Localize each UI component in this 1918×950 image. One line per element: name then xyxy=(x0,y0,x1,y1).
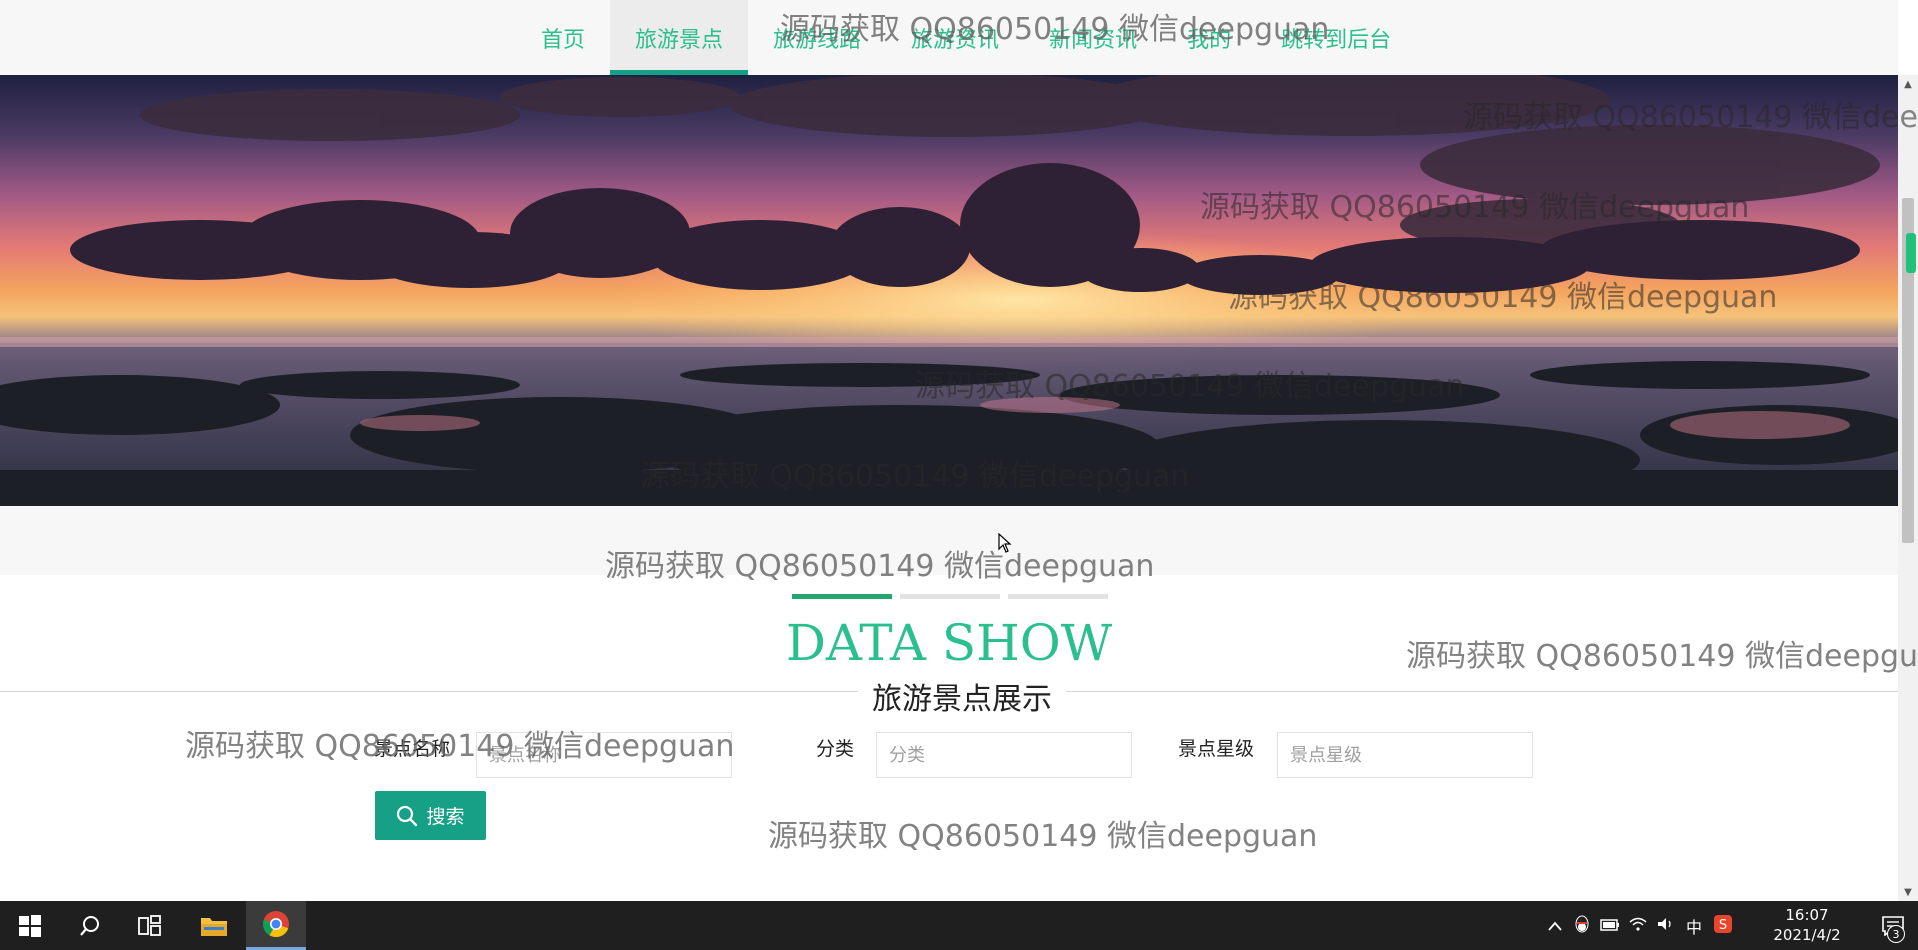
mouse-cursor-icon xyxy=(998,533,1012,553)
page-scrollbar[interactable]: ▲ ▼ xyxy=(1898,75,1918,901)
search-button-label: 搜索 xyxy=(426,807,465,828)
search-icon xyxy=(397,805,418,826)
nav-item-news[interactable]: 新闻资讯 xyxy=(1024,0,1162,75)
battery-icon[interactable] xyxy=(1596,916,1624,935)
file-explorer-button[interactable] xyxy=(184,901,244,950)
system-tray: 中 S xyxy=(1542,901,1738,950)
section-title-bars xyxy=(792,594,1108,599)
sogou-ime-icon[interactable]: S xyxy=(1708,914,1738,937)
category-label: 分类 xyxy=(816,738,855,760)
windows-taskbar: 中 S 16:07 2021/4/2 3 xyxy=(0,901,1918,950)
clock-date: 2021/4/2 xyxy=(1773,926,1841,944)
search-icon xyxy=(80,915,99,936)
nav-item-travel-info[interactable]: 旅游资讯 xyxy=(886,0,1024,75)
banner-image xyxy=(0,75,1898,506)
search-button[interactable]: 搜索 xyxy=(375,791,486,840)
nav-item-admin[interactable]: 跳转到后台 xyxy=(1256,0,1416,75)
nav-item-mine[interactable]: 我的 xyxy=(1162,0,1256,75)
clock-time: 16:07 xyxy=(1785,906,1829,924)
nav-item-scenic-spots[interactable]: 旅游景点 xyxy=(610,0,749,75)
title-bar xyxy=(900,594,1000,599)
volume-icon[interactable] xyxy=(1652,916,1680,935)
folder-icon xyxy=(201,917,227,936)
chevron-up-icon[interactable] xyxy=(1542,916,1568,935)
scroll-indicator xyxy=(1906,233,1916,273)
chrome-button[interactable] xyxy=(246,901,306,950)
svg-text:S: S xyxy=(1719,918,1727,933)
notification-badge: 3 xyxy=(1887,925,1905,943)
nav-menu: 首页 旅游景点 旅游线路 旅游资讯 新闻资讯 我的 跳转到后台 xyxy=(516,0,1416,75)
title-bar xyxy=(1008,594,1108,599)
star-level-input[interactable] xyxy=(1277,732,1533,778)
wifi-icon[interactable] xyxy=(1624,916,1652,935)
windows-logo-icon xyxy=(19,914,41,937)
search-taskbar-button[interactable] xyxy=(60,901,120,950)
title-bar-active xyxy=(792,594,892,599)
category-input[interactable] xyxy=(876,732,1132,778)
spot-name-input[interactable] xyxy=(476,732,732,778)
chrome-icon xyxy=(262,911,289,938)
star-level-label: 景点星级 xyxy=(1178,738,1255,760)
nav-item-home[interactable]: 首页 xyxy=(516,0,610,75)
sunset-seascape-illustration xyxy=(0,75,1898,506)
top-navigation: 首页 旅游景点 旅游线路 旅游资讯 新闻资讯 我的 跳转到后台 xyxy=(0,0,1898,76)
scroll-up-icon[interactable]: ▲ xyxy=(1898,75,1918,93)
section-title-en: DATA SHOW xyxy=(785,614,1113,672)
start-button[interactable] xyxy=(0,901,60,950)
content-band xyxy=(0,506,1898,575)
ime-indicator[interactable]: 中 xyxy=(1680,914,1708,938)
taskbar-clock[interactable]: 16:07 2021/4/2 xyxy=(1762,905,1852,945)
spot-name-label: 景点名称 xyxy=(374,738,451,760)
task-view-icon xyxy=(138,914,161,936)
scroll-down-icon[interactable]: ▼ xyxy=(1898,883,1918,901)
section-title-zh: 旅游景点展示 xyxy=(858,674,1066,718)
nav-item-tour-routes[interactable]: 旅游线路 xyxy=(748,0,886,75)
qq-penguin-icon[interactable] xyxy=(1568,915,1596,937)
watermark: 源码获取 QQ86050149 微信deepguan xyxy=(768,819,1318,854)
task-view-button[interactable] xyxy=(120,901,180,950)
